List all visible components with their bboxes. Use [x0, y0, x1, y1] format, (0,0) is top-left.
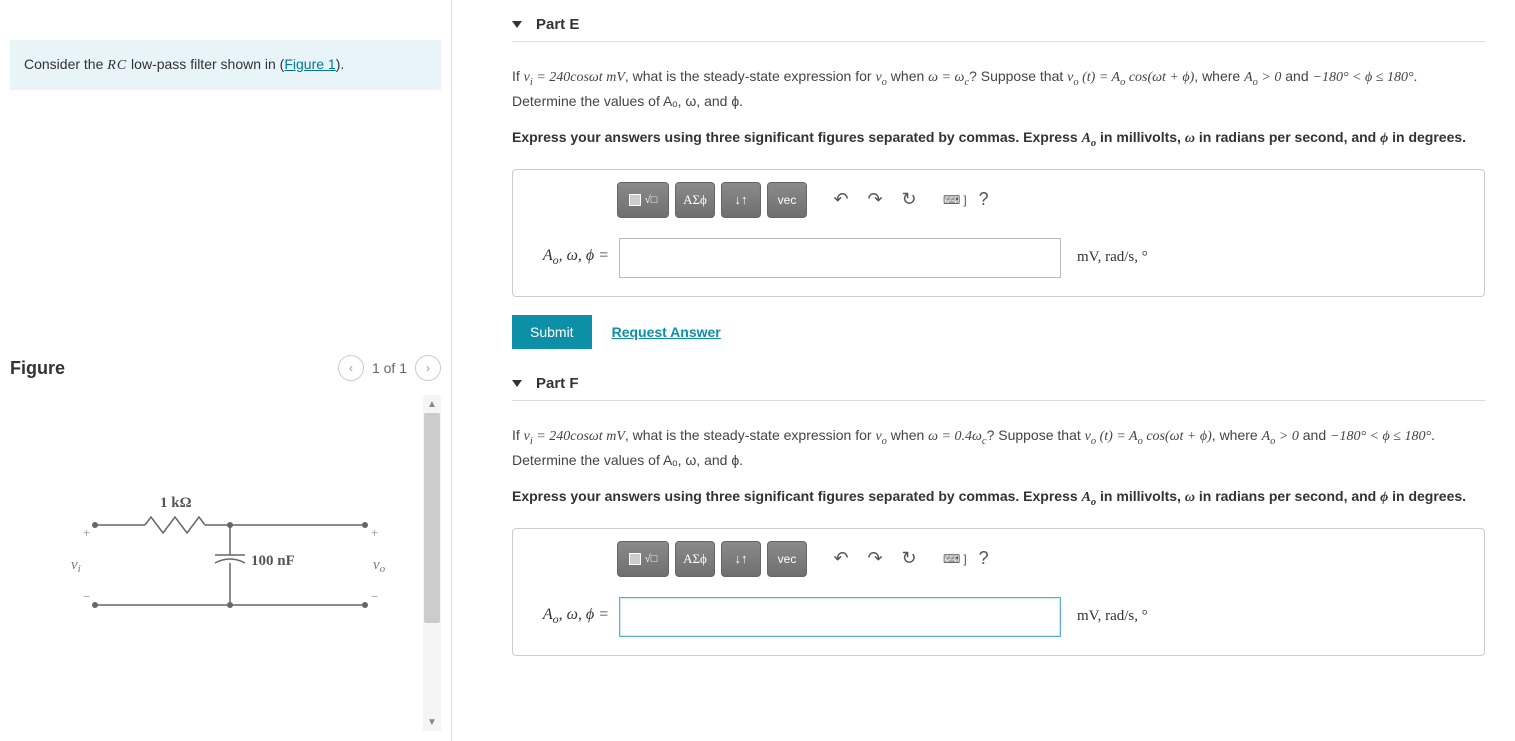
part-f-answer-box: √□ ΑΣϕ ↓↑ vec ↶ ↷ ↻ ⌨] ? Ao, ω, ϕ =	[512, 528, 1485, 656]
vec-button[interactable]: vec	[767, 182, 807, 218]
keyboard-icon: ⌨	[943, 552, 960, 566]
part-e-header[interactable]: Part E	[512, 8, 1485, 41]
templates-button[interactable]: √□	[617, 541, 669, 577]
svg-text:+: +	[371, 525, 378, 540]
scroll-thumb[interactable]	[424, 413, 440, 623]
figure-nav: ‹ 1 of 1 ›	[338, 355, 441, 381]
keyboard-button[interactable]: ⌨]	[943, 193, 967, 207]
redo-button[interactable]: ↷	[861, 186, 889, 214]
intro-text-suffix: ).	[336, 56, 345, 72]
circuit-diagram: + − + − 1 kΩ 100 nF vi vo	[65, 485, 385, 645]
figure-next-button[interactable]: ›	[415, 355, 441, 381]
figure-prev-button[interactable]: ‹	[338, 355, 364, 381]
help-button[interactable]: ?	[979, 189, 989, 210]
part-f-answer-input[interactable]	[619, 597, 1061, 637]
svg-text:+: +	[83, 525, 90, 540]
greek-button[interactable]: ΑΣϕ	[675, 541, 715, 577]
part-e-submit-button[interactable]: Submit	[512, 315, 592, 349]
figure-scrollbar[interactable]: ▲ ▼	[423, 395, 441, 731]
intro-text-mid: low-pass filter shown in (	[127, 56, 284, 72]
svg-text:−: −	[371, 589, 378, 604]
part-e: Part E If vi = 240cosωt mV, what is the …	[512, 8, 1485, 349]
part-e-request-answer-link[interactable]: Request Answer	[612, 324, 721, 340]
capacitor-label: 100 nF	[251, 553, 295, 569]
intro-rc: RC	[107, 58, 127, 73]
part-f: Part F If vi = 240cosωt mV, what is the …	[512, 367, 1485, 656]
part-e-question: If vi = 240cosωt mV, what is the steady-…	[512, 66, 1485, 113]
keyboard-button[interactable]: ⌨]	[943, 552, 967, 566]
part-e-answer-units: mV, rad/s, °	[1077, 249, 1148, 266]
part-e-submit-row: Submit Request Answer	[512, 315, 1485, 349]
figure-counter: 1 of 1	[372, 360, 407, 376]
figure-area: + − + − 1 kΩ 100 nF vi vo ▲ ▼	[10, 395, 441, 731]
problem-intro: Consider the RC low-pass filter shown in…	[10, 40, 441, 90]
reset-button[interactable]: ↻	[895, 545, 923, 573]
undo-button[interactable]: ↶	[827, 545, 855, 573]
part-f-title: Part F	[536, 375, 579, 392]
part-e-answer-label: Ao, ω, ϕ =	[527, 247, 609, 268]
part-e-instructions: Express your answers using three signifi…	[512, 127, 1485, 151]
part-e-answer-row: Ao, ω, ϕ = mV, rad/s, °	[527, 238, 1470, 278]
part-e-body: If vi = 240cosωt mV, what is the steady-…	[512, 41, 1485, 349]
part-f-answer-label: Ao, ω, ϕ =	[527, 606, 609, 627]
templates-button[interactable]: √□	[617, 182, 669, 218]
figure-canvas: + − + − 1 kΩ 100 nF vi vo	[10, 395, 423, 731]
part-f-question: If vi = 240cosωt mV, what is the steady-…	[512, 425, 1485, 472]
vec-button[interactable]: vec	[767, 541, 807, 577]
part-f-toolbar: √□ ΑΣϕ ↓↑ vec ↶ ↷ ↻ ⌨] ?	[617, 541, 1470, 577]
part-f-header[interactable]: Part F	[512, 367, 1485, 400]
scroll-down-arrow[interactable]: ▼	[423, 713, 441, 731]
figure-link[interactable]: Figure 1	[284, 56, 335, 72]
right-panel: Part E If vi = 240cosωt mV, what is the …	[452, 0, 1515, 741]
part-e-toolbar: √□ ΑΣϕ ↓↑ vec ↶ ↷ ↻ ⌨] ?	[617, 182, 1470, 218]
vout-label: vo	[373, 557, 385, 575]
figure-header: Figure ‹ 1 of 1 ›	[10, 355, 441, 381]
part-f-instructions: Express your answers using three signifi…	[512, 486, 1485, 510]
redo-button[interactable]: ↷	[861, 545, 889, 573]
part-e-title: Part E	[536, 16, 579, 33]
figure-title: Figure	[10, 358, 65, 379]
resistor-label: 1 kΩ	[160, 495, 192, 511]
part-f-answer-units: mV, rad/s, °	[1077, 608, 1148, 625]
vin-label: vi	[71, 557, 81, 575]
undo-button[interactable]: ↶	[827, 186, 855, 214]
keyboard-icon: ⌨	[943, 193, 960, 207]
left-panel: Consider the RC low-pass filter shown in…	[0, 0, 452, 741]
subsup-button[interactable]: ↓↑	[721, 541, 761, 577]
greek-button[interactable]: ΑΣϕ	[675, 182, 715, 218]
svg-text:−: −	[83, 589, 90, 604]
help-button[interactable]: ?	[979, 548, 989, 569]
part-e-answer-input[interactable]	[619, 238, 1061, 278]
caret-down-icon	[512, 21, 522, 28]
subsup-button[interactable]: ↓↑	[721, 182, 761, 218]
part-f-body: If vi = 240cosωt mV, what is the steady-…	[512, 400, 1485, 656]
caret-down-icon	[512, 380, 522, 387]
part-f-answer-row: Ao, ω, ϕ = mV, rad/s, °	[527, 597, 1470, 637]
part-e-answer-box: √□ ΑΣϕ ↓↑ vec ↶ ↷ ↻ ⌨] ? Ao, ω, ϕ =	[512, 169, 1485, 297]
scroll-up-arrow[interactable]: ▲	[423, 395, 441, 413]
intro-text-prefix: Consider the	[24, 56, 107, 72]
reset-button[interactable]: ↻	[895, 186, 923, 214]
